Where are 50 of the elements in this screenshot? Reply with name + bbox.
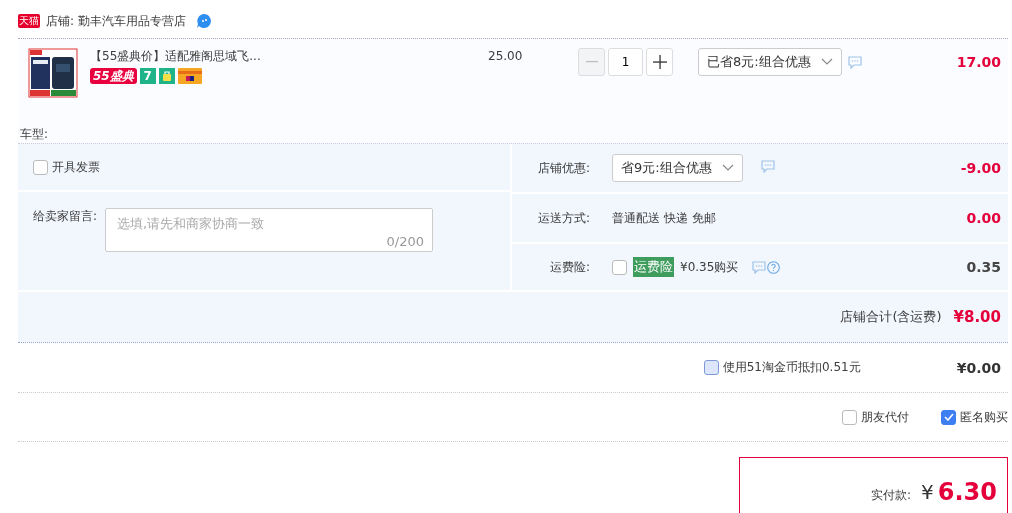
card-icon [177,68,202,84]
currency-sign: ¥ [921,480,934,504]
checkbox[interactable] [612,259,627,275]
row-label: 店铺优惠: [536,159,590,177]
amount: 0.00 [966,210,1001,226]
coins-amount: ¥0.00 [956,359,1001,376]
shipping-method: 普通配送 快递 免邮 [612,209,716,227]
checkbox[interactable] [842,409,857,425]
insurance-tag: 运费险 [633,257,674,277]
char-counter: 0/200 [386,234,425,249]
shop-name[interactable]: 店铺: 勤丰汽车用品专营店 [46,12,186,30]
checkbox[interactable] [703,360,719,375]
message-label: 给卖家留言: [33,208,98,225]
chat-icon[interactable] [847,55,862,69]
unit-price: 25.00 [488,48,524,65]
promo-badge: 55盛典 [90,68,137,84]
chat-icon[interactable] [752,260,767,274]
discount-dropdown[interactable]: 省9元:组合优惠 [612,154,743,182]
insurance-price: ¥0.35购买 [680,258,739,276]
shop-total-label: 店铺合计(含运费) [840,308,942,326]
payment-label: 实付款: [871,487,912,504]
amount: -9.00 [960,160,1001,176]
decrease-button[interactable] [578,48,605,76]
discount-dropdown[interactable]: 已省8元:组合优惠 [698,48,842,76]
payment-amount: 6.30 [937,480,997,504]
option-label[interactable]: 朋友代付 [861,408,909,426]
option-label[interactable]: 匿名购买 [960,408,1008,426]
amount: 0.35 [966,259,1001,275]
tmall-badge: 天猫 [18,14,40,28]
product-title[interactable]: 【55盛典价】适配雅阁思域飞... [90,48,488,64]
checkbox[interactable] [941,409,956,425]
quantity-field[interactable]: 1 [608,48,643,76]
increase-button[interactable] [646,48,673,76]
caret-icon [820,58,833,66]
invoice-label[interactable]: 开具发票 [52,158,100,176]
return-badge: 7 [139,68,156,84]
item-total: 17.00 [956,53,1001,72]
row-label: 运费险: [548,258,590,276]
caret-icon [721,164,734,172]
checkbox[interactable] [33,159,48,175]
help-icon[interactable] [767,260,781,274]
coins-label[interactable]: 使用51淘金币抵扣0.51元 [722,359,861,376]
shop-total: ¥8.00 [953,308,1001,326]
car-model-label: 车型: [20,126,50,143]
bag-icon [158,68,175,84]
row-label: 运送方式: [536,209,590,227]
chat-bubble-icon[interactable] [195,13,212,29]
minus-icon [585,61,598,63]
plus-icon [652,55,667,69]
chat-icon[interactable] [760,160,775,173]
